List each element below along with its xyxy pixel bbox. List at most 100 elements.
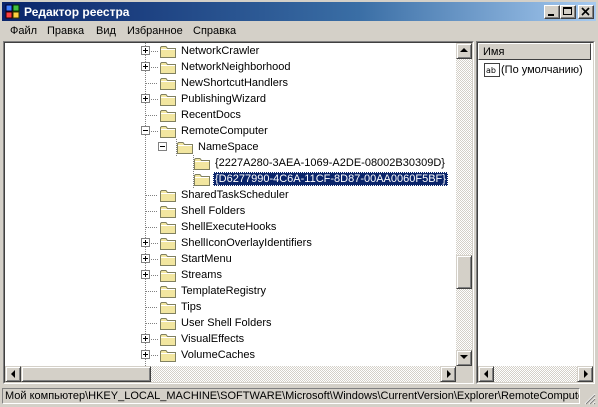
tree-scroll-down-button[interactable] bbox=[456, 350, 472, 366]
tree-node[interactable]: PublishingWizard bbox=[5, 91, 455, 107]
tree-node-label[interactable]: PublishingWizard bbox=[179, 92, 268, 106]
tree-hscroll-thumb[interactable] bbox=[21, 366, 151, 382]
minimize-button[interactable] bbox=[544, 5, 560, 19]
tree-node-label[interactable]: VisualEffects bbox=[179, 332, 246, 346]
values-scroll-right-button[interactable] bbox=[577, 366, 593, 382]
menu-help[interactable]: Справка bbox=[193, 24, 236, 38]
tree-node-label[interactable]: User Shell Folders bbox=[179, 316, 273, 330]
tree-node-label[interactable]: ShellIconOverlayIdentifiers bbox=[179, 236, 314, 250]
tree-node[interactable]: NetworkCrawler bbox=[5, 43, 455, 59]
arrow-down-icon bbox=[460, 355, 468, 359]
close-icon bbox=[581, 7, 590, 16]
column-header-label: Имя bbox=[483, 46, 505, 58]
tree-node[interactable]: Shell Folders bbox=[5, 203, 455, 219]
tree-node-label[interactable]: NetworkNeighborhood bbox=[179, 60, 292, 74]
tree-node-label[interactable]: NameSpace bbox=[196, 140, 261, 154]
maximize-button[interactable] bbox=[560, 5, 576, 19]
tree-connector bbox=[146, 115, 158, 116]
tree-node-label[interactable]: Streams bbox=[179, 268, 224, 282]
tree-connector bbox=[146, 211, 158, 212]
tree-connector bbox=[151, 51, 158, 52]
tree-node-label[interactable]: {2227A280-3AEA-1069-A2DE-08002B30309D} bbox=[213, 156, 447, 170]
tree-connector bbox=[146, 323, 158, 324]
tree-node[interactable]: TemplateRegistry bbox=[5, 283, 455, 299]
tree-scroll-thumb[interactable] bbox=[456, 255, 472, 289]
tree-node-label[interactable]: ShellExecuteHooks bbox=[179, 220, 278, 234]
folder-icon bbox=[160, 222, 176, 234]
registry-editor-window: Редактор реестра Файл Правка Вид Избранн… bbox=[0, 0, 598, 407]
tree-node-label[interactable]: NetworkCrawler bbox=[179, 44, 261, 58]
tree-node[interactable]: SharedTaskScheduler bbox=[5, 187, 455, 203]
expand-plus-icon[interactable] bbox=[141, 46, 150, 55]
tree-node[interactable]: {2227A280-3AEA-1069-A2DE-08002B30309D} bbox=[5, 155, 455, 171]
folder-icon bbox=[160, 190, 176, 202]
tree-node[interactable]: {D6277990-4C6A-11CF-8D87-00AA0060F5BF} bbox=[5, 171, 455, 187]
tree-node-label[interactable]: TemplateRegistry bbox=[179, 284, 268, 298]
column-header-name[interactable]: Имя bbox=[478, 43, 591, 60]
tree-connector bbox=[146, 291, 158, 292]
tree-node[interactable]: StartMenu bbox=[5, 251, 455, 267]
expand-plus-icon[interactable] bbox=[141, 94, 150, 103]
tree-node[interactable]: ShellIconOverlayIdentifiers bbox=[5, 235, 455, 251]
close-button[interactable] bbox=[578, 5, 594, 19]
tree-node[interactable]: Streams bbox=[5, 267, 455, 283]
tree-scroll-up-button[interactable] bbox=[456, 43, 472, 59]
tree-node[interactable]: ShellExecuteHooks bbox=[5, 219, 455, 235]
menu-edit[interactable]: Правка bbox=[47, 24, 84, 38]
menu-bar: Файл Правка Вид Избранное Справка bbox=[2, 22, 596, 40]
tree-node[interactable]: RecentDocs bbox=[5, 107, 455, 123]
values-scroll-left-button[interactable] bbox=[478, 366, 494, 382]
expand-plus-icon[interactable] bbox=[141, 238, 150, 247]
expand-plus-icon[interactable] bbox=[141, 254, 150, 263]
value-name: (По умолчанию) bbox=[501, 64, 583, 76]
tree-node[interactable]: RemoteComputer bbox=[5, 123, 455, 139]
expand-plus-icon[interactable] bbox=[141, 334, 150, 343]
title-bar[interactable]: Редактор реестра bbox=[2, 2, 596, 21]
tree-node-label[interactable]: RemoteComputer bbox=[179, 124, 270, 138]
tree-node-label[interactable]: VolumeCaches bbox=[179, 348, 257, 362]
folder-open-icon bbox=[177, 142, 193, 154]
tree-scroll-left-button[interactable] bbox=[5, 366, 21, 382]
tree-pane: NetworkCrawler NetworkNeighborhood NewShor… bbox=[3, 41, 474, 384]
values-pane: Имя ab (По умолчанию) bbox=[476, 41, 595, 384]
tree-node[interactable]: NetworkNeighborhood bbox=[5, 59, 455, 75]
folder-icon bbox=[160, 78, 176, 90]
tree-connector bbox=[146, 195, 158, 196]
tree-node-label[interactable]: NewShortcutHandlers bbox=[179, 76, 290, 90]
minimize-icon bbox=[548, 14, 554, 16]
expand-plus-icon[interactable] bbox=[141, 62, 150, 71]
tree-node[interactable]: VisualEffects bbox=[5, 331, 455, 347]
tree-node-label-selected[interactable]: {D6277990-4C6A-11CF-8D87-00AA0060F5BF} bbox=[213, 172, 448, 186]
tree-connector bbox=[151, 67, 158, 68]
collapse-minus-icon[interactable] bbox=[158, 142, 167, 151]
folder-icon bbox=[160, 270, 176, 282]
tree-node-label[interactable]: SharedTaskScheduler bbox=[179, 188, 291, 202]
tree-node-label[interactable]: StartMenu bbox=[179, 252, 234, 266]
arrow-left-icon bbox=[11, 370, 15, 378]
tree-scroll-right-button[interactable] bbox=[440, 366, 456, 382]
tree-node[interactable]: User Shell Folders bbox=[5, 315, 455, 331]
menu-favorites[interactable]: Избранное bbox=[127, 24, 183, 38]
collapse-minus-icon[interactable] bbox=[141, 126, 150, 135]
resize-grip-icon[interactable] bbox=[582, 391, 596, 405]
menu-view[interactable]: Вид bbox=[96, 24, 116, 38]
tree-connector bbox=[151, 259, 158, 260]
registry-editor-icon[interactable] bbox=[5, 4, 20, 19]
window-title: Редактор реестра bbox=[24, 5, 130, 19]
tree-node[interactable]: VolumeCaches bbox=[5, 347, 455, 363]
tree-scroll-track[interactable] bbox=[456, 59, 472, 350]
values-hscroll-track[interactable] bbox=[494, 366, 577, 382]
status-bar: Мой компьютер\HKEY_LOCAL_MACHINE\SOFTWAR… bbox=[2, 386, 596, 405]
tree-connector bbox=[151, 355, 158, 356]
tree-node-label[interactable]: Tips bbox=[179, 300, 203, 314]
tree-node-label[interactable]: RecentDocs bbox=[179, 108, 243, 122]
tree-node[interactable]: NameSpace bbox=[5, 139, 455, 155]
tree-node[interactable]: Tips bbox=[5, 299, 455, 315]
expand-plus-icon[interactable] bbox=[141, 270, 150, 279]
tree-node[interactable]: NewShortcutHandlers bbox=[5, 75, 455, 91]
menu-file[interactable]: Файл bbox=[10, 24, 37, 38]
folder-icon bbox=[194, 174, 210, 186]
expand-plus-icon[interactable] bbox=[141, 350, 150, 359]
tree-node-label[interactable]: Shell Folders bbox=[179, 204, 247, 218]
arrow-up-icon bbox=[460, 48, 468, 52]
